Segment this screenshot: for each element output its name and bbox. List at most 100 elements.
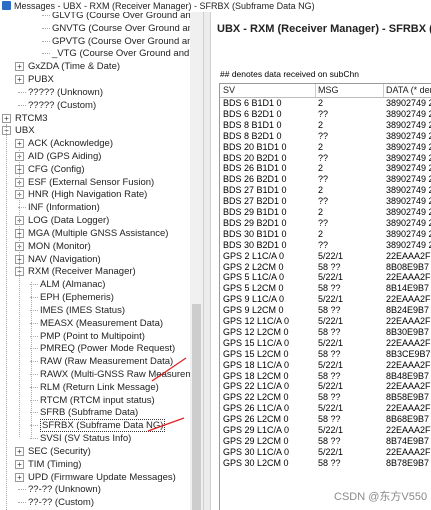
- expand-icon[interactable]: +: [2, 113, 11, 123]
- tree-item-label: EPH (Ephemeris): [40, 292, 114, 304]
- table-row[interactable]: BDS 26 B2D1 0?? 38902749 2710: [220, 174, 431, 185]
- data-cell: 38902749 2710: [386, 196, 431, 207]
- expand-icon[interactable]: +: [15, 139, 24, 149]
- sv-cell: GPS 2 L1C/A 0: [223, 250, 285, 261]
- tree-item-label: PUBX: [28, 74, 54, 86]
- table-row[interactable]: GPS 15 L2CM 0 58 ?? 8B3CE9B7 C31: [220, 349, 431, 360]
- table-row[interactable]: BDS 27 B1D1 0 2 38902749 2710: [220, 185, 431, 196]
- tree-item-label: GPVTG (Course Over Ground and Grou: [52, 35, 203, 47]
- panel-title: UBX - RXM (Receiver Manager) - SFRBX (Su…: [217, 23, 431, 35]
- table-row[interactable]: GPS 26 L1C/A 0 5/22/1 22EAAA2F 26D: [220, 403, 431, 414]
- table-row[interactable]: GPS 9 L2CM 0 58 ?? 8B24E9B7 C31: [220, 305, 431, 316]
- data-cell: 38902749 2710: [386, 141, 431, 152]
- tree-item-label: RAW (Raw Measurement Data): [40, 356, 174, 368]
- table-row[interactable]: GPS 22 L1C/A 0 5/22/1 22EAAA2F 26D: [220, 381, 431, 392]
- message-view-panel: UBX - RXM (Receiver Manager) - SFRBX (Su…: [211, 12, 431, 510]
- tree-connector: [42, 40, 50, 42]
- msg-cell: 58 ??: [318, 435, 341, 446]
- tree-item-label: INF (Information): [28, 202, 100, 214]
- msg-cell: 58 ??: [318, 283, 341, 294]
- tree-item-label: RTCM (RTCM input status): [40, 394, 155, 406]
- tree-scrollbar-thumb[interactable]: [192, 304, 201, 510]
- table-row[interactable]: BDS 20 B2D1 0?? 38902749 2710: [220, 153, 431, 164]
- tree-item-label: TIM (Timing): [28, 458, 82, 470]
- table-row[interactable]: GPS 30 L1C/A 0 5/22/1 22EAAA2F 26D: [220, 447, 431, 458]
- table-row[interactable]: GPS 29 L2CM 0 58 ?? 8B74E9B7 C31: [220, 436, 431, 447]
- tree-item-label: GNVTG (Course Over Ground and Grou: [52, 22, 203, 34]
- table-row[interactable]: BDS 29 B2D1 0?? 38902749 2710: [220, 218, 431, 229]
- table-row[interactable]: BDS 30 B1D1 0 2 38902749 2710: [220, 229, 431, 240]
- sv-cell: BDS 29 B2D1 0: [223, 217, 287, 228]
- tree-item-label: IMES (IMES Status): [40, 304, 125, 316]
- table-row[interactable]: GPS 15 L1C/A 0 5/22/1 22EAAA2F 26D: [220, 338, 431, 349]
- expand-icon[interactable]: +: [15, 459, 24, 469]
- msg-cell: 58 ??: [318, 348, 341, 359]
- tree-item-label: _VTG (Course Over Ground and Grou: [52, 48, 203, 60]
- message-tree[interactable]: GLVTG (Course Over Ground and Grou GNVTG …: [0, 12, 203, 510]
- table-row[interactable]: GPS 5 L2CM 0 58 ?? 8B14E9B7 C31: [220, 283, 431, 294]
- data-cell: 8B24E9B7 C31: [386, 305, 431, 316]
- msg-cell: 5/22/1: [318, 272, 344, 283]
- data-cell: 22EAAA2F 26D: [386, 446, 431, 457]
- app-icon: [2, 1, 11, 10]
- tree-item-label: RXM (Receiver Manager): [28, 266, 136, 278]
- column-header-data[interactable]: DATA (* denote: [386, 84, 431, 97]
- sfrbx-table[interactable]: SV MSG DATA (* denote BDS 6 B1D1 0 2 38902…: [219, 83, 431, 510]
- table-row[interactable]: BDS 29 B1D1 0 2 38902749 2710: [220, 207, 431, 218]
- column-header-sv[interactable]: SV: [223, 84, 235, 97]
- msg-cell: ??: [318, 196, 329, 207]
- table-row[interactable]: GPS 26 L2CM 0 58 ?? 8B68E9B7 C31: [220, 414, 431, 425]
- table-row[interactable]: BDS 20 B1D1 0 2 38902749 2710: [220, 142, 431, 153]
- tree-connector: [18, 91, 26, 93]
- expand-icon[interactable]: +: [15, 75, 24, 85]
- table-row[interactable]: GPS 2 L1C/A 0 5/22/1 22EAAA2F 26D: [220, 251, 431, 262]
- expand-icon[interactable]: +: [15, 472, 24, 482]
- msg-cell: 5/22/1: [318, 294, 344, 305]
- msg-cell: 58 ??: [318, 457, 341, 468]
- table-row[interactable]: GPS 30 L2CM 0 58 ?? 8B78E9B7 C31: [220, 458, 431, 469]
- msg-cell: 2: [318, 98, 324, 108]
- tree-item-label: SVSI (SV Status Info): [40, 433, 132, 445]
- tree-item-label: ????? (Custom): [28, 99, 97, 111]
- table-row[interactable]: GPS 29 L1C/A 0 5/22/1 22EAAA2F 26D: [220, 425, 431, 436]
- msg-cell: ??: [318, 108, 329, 119]
- pane-splitter[interactable]: [203, 12, 211, 510]
- table-row[interactable]: GPS 22 L2CM 0 58 ?? 8B58E9B7 C31: [220, 392, 431, 403]
- table-row[interactable]: BDS 30 B2D1 0?? 38902749 2710: [220, 240, 431, 251]
- msg-cell: 5/22/1: [318, 381, 344, 392]
- msg-cell: 2: [318, 228, 324, 239]
- expand-icon[interactable]: +: [15, 62, 24, 72]
- expand-icon[interactable]: +: [15, 446, 24, 456]
- table-row[interactable]: GPS 12 L2CM 0 58 ?? 8B30E9B7 C31: [220, 327, 431, 338]
- data-cell: 22EAAA2F 26D: [386, 316, 431, 326]
- tree-connector: [18, 502, 26, 504]
- table-row[interactable]: BDS 6 B2D1 0?? 38902749 2710: [220, 109, 431, 120]
- tree-scrollbar[interactable]: [190, 12, 203, 510]
- table-row[interactable]: GPS 18 L1C/A 0 5/22/1 22EAAA2F 26D: [220, 360, 431, 371]
- column-header-msg[interactable]: MSG: [318, 84, 339, 97]
- table-row[interactable]: GPS 5 L1C/A 0 5/22/1 22EAAA2F 26D: [220, 272, 431, 283]
- tree-item-label: GLVTG (Course Over Ground and Grou: [52, 12, 203, 21]
- table-row[interactable]: GPS 9 L1C/A 0 5/22/1 22EAAA2F 26D: [220, 294, 431, 305]
- sv-cell: GPS 15 L2CM 0: [223, 348, 289, 359]
- table-row[interactable]: GPS 18 L2CM 0 58 ?? 8B48E9B7 C31: [220, 371, 431, 382]
- data-cell: 22EAAA2F 26D: [386, 272, 431, 283]
- msg-cell: 5/22/1: [318, 425, 344, 435]
- sv-cell: BDS 26 B1D1 0: [223, 163, 287, 174]
- table-row[interactable]: BDS 27 B2D1 0?? 38902749 2710: [220, 196, 431, 207]
- sv-cell: GPS 29 L1C/A 0: [223, 425, 290, 435]
- tree-connector: [42, 53, 50, 55]
- table-row[interactable]: BDS 8 B1D1 0 2 38902749 2710: [220, 120, 431, 131]
- table-row[interactable]: GPS 12 L1C/A 0 5/22/1 22EAAA2F 26D: [220, 316, 431, 327]
- tree-item-label: PMREQ (Power Mode Request): [40, 343, 176, 355]
- tree-item-label: RLM (Return Link Message): [40, 381, 159, 393]
- data-cell: 22EAAA2F 26D: [386, 425, 431, 435]
- sv-cell: GPS 15 L1C/A 0: [223, 337, 290, 348]
- table-row[interactable]: BDS 6 B1D1 0 2 38902749 2710: [220, 98, 431, 109]
- table-row[interactable]: BDS 26 B1D1 0 2 38902749 2710: [220, 163, 431, 174]
- tree-item-label: RTCM3: [15, 112, 48, 124]
- table-row[interactable]: BDS 8 B2D1 0?? 38902749 2710: [220, 131, 431, 142]
- table-row[interactable]: GPS 2 L2CM 0 58 ?? 8B08E9B7 C31: [220, 262, 431, 273]
- data-cell: 22EAAA2F 26D: [386, 403, 431, 414]
- msg-cell: ??: [318, 130, 329, 141]
